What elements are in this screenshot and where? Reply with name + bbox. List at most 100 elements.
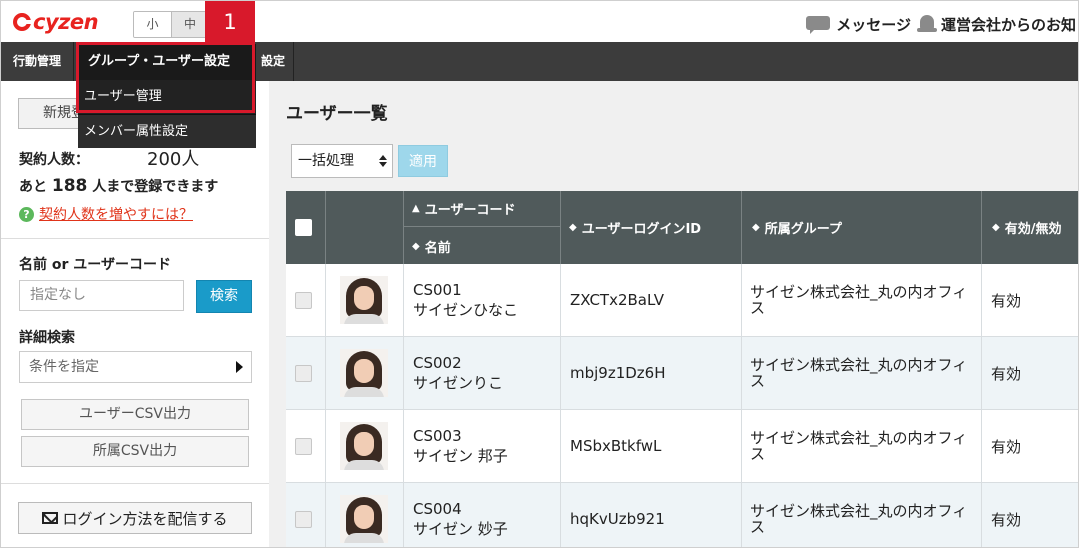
bulk-action-value: 一括処理 [298, 153, 354, 169]
condition-select[interactable]: 条件を指定 [19, 351, 252, 383]
user-name[interactable]: サイゼンりこ [413, 373, 503, 393]
header-code-name-cell: ▲ ユーザーコード ◆ 名前 [404, 191, 561, 264]
row-checkbox[interactable] [295, 291, 312, 309]
user-table: ▲ ユーザーコード ◆ 名前 ◆ ユーザーログインID ◆ 所属グループ ◆ 有効/無効 [286, 191, 1078, 547]
notice-link[interactable]: 運営会社からのお知 [941, 14, 1076, 35]
avatar [340, 349, 388, 397]
header-photo-cell [326, 191, 404, 264]
user-csv-export-button[interactable]: ユーザーCSV出力 [21, 399, 249, 430]
row-photo-cell [326, 483, 404, 547]
sort-user-code[interactable]: ▲ ユーザーコード [404, 191, 560, 227]
user-code: CS004 [413, 500, 462, 518]
avatar [340, 495, 388, 543]
bulk-action-select[interactable]: 一括処理 [291, 144, 393, 178]
select-all-checkbox[interactable] [295, 219, 312, 236]
nav-activity-management[interactable]: 行動管理 [1, 42, 75, 81]
row-code-name-cell: CS003 サイゼン 邦子 [404, 410, 561, 482]
header-group: 所属グループ [764, 222, 842, 237]
remaining-prefix: あと [19, 179, 47, 195]
table-body: CS001 サイゼンひなこ ZXCTx2BaLV サイゼン株式会社_丸の内オフィ… [286, 264, 1078, 547]
user-code: CS003 [413, 427, 462, 445]
sort-asc-icon: ▲ [412, 203, 420, 214]
top-right-links: メッセージ 運営会社からのお知 [806, 13, 1076, 35]
divider [1, 238, 269, 239]
sort-status[interactable]: ◆ 有効/無効 [982, 191, 1078, 264]
bell-icon[interactable] [916, 13, 937, 35]
search-label: 名前 or ユーザーコード [19, 257, 171, 273]
table-row[interactable]: CS003 サイゼン 邦子 MSbxBtkfwL サイゼン株式会社_丸の内オフィ… [286, 410, 1078, 483]
main-content: ユーザー一覧 一括処理 適用 ▲ ユーザーコード ◆ 名前 ◆ ユーザーログインID [269, 81, 1078, 547]
sort-both-icon: ◆ [569, 222, 577, 233]
app-window: cyzen 小 中 メッセージ 運営会社からのお知 行動管理 設定 グループ・ユ… [0, 0, 1079, 548]
group-name: サイゼン株式会社_丸の内オフィス [742, 410, 982, 482]
row-checkbox-cell [286, 264, 326, 336]
nav-settings[interactable]: 設定 [253, 42, 295, 81]
user-name[interactable]: サイゼンひなこ [413, 300, 518, 320]
group-name: サイゼン株式会社_丸の内オフィス [742, 483, 982, 547]
table-row[interactable]: CS002 サイゼンりこ mbj9z1Dz6H サイゼン株式会社_丸の内オフィス… [286, 337, 1078, 410]
caret-right-icon [236, 361, 243, 373]
row-code-name-cell: CS004 サイゼン 妙子 [404, 483, 561, 547]
status: 有効 [991, 364, 1022, 383]
cyzen-logo[interactable]: cyzen [13, 10, 99, 34]
group-csv-export-button[interactable]: 所属CSV出力 [21, 436, 249, 467]
menu-item-member-attributes[interactable]: メンバー属性設定 [78, 114, 256, 148]
font-size-toggle: 小 中 [133, 11, 209, 38]
annotation-highlight-box [76, 42, 255, 113]
send-login-method-label: ログイン方法を配信する [62, 509, 228, 528]
row-checkbox[interactable] [295, 510, 312, 528]
header-status: 有効/無効 [1004, 222, 1062, 237]
login-id: hqKvUzb921 [561, 483, 742, 547]
status: 有効 [991, 437, 1022, 456]
row-checkbox-cell [286, 483, 326, 547]
row-checkbox-cell [286, 337, 326, 409]
header-checkbox-cell [286, 191, 326, 264]
table-row[interactable]: CS001 サイゼンひなこ ZXCTx2BaLV サイゼン株式会社_丸の内オフィ… [286, 264, 1078, 337]
increase-contract-row: ? 契約人数を増やすには？ [19, 204, 193, 224]
avatar [340, 422, 388, 470]
header-name: 名前 [424, 240, 451, 256]
user-code: CS002 [413, 354, 462, 372]
question-icon: ? [19, 206, 34, 222]
annotation-step-badge: 1 [205, 1, 255, 43]
sort-name[interactable]: ◆ 名前 [404, 228, 560, 264]
sort-both-icon: ◆ [752, 222, 760, 233]
messages-link[interactable]: メッセージ [836, 14, 911, 35]
row-checkbox[interactable] [295, 437, 312, 455]
select-arrows-icon [379, 155, 387, 167]
page-title: ユーザー一覧 [286, 104, 388, 124]
send-login-method-button[interactable]: ログイン方法を配信する [18, 502, 252, 534]
sort-group[interactable]: ◆ 所属グループ [742, 191, 982, 264]
sidebar: 新規登録 契約人数： 200人 あと 188 人まで登録できます ? 契約人数を… [1, 81, 269, 547]
remaining-count: 188 [51, 176, 88, 196]
row-checkbox[interactable] [295, 364, 312, 382]
remaining-suffix: 人まで登録できます [92, 179, 219, 195]
status: 有効 [991, 510, 1022, 529]
apply-button[interactable]: 適用 [398, 145, 448, 177]
login-id: mbj9z1Dz6H [561, 337, 742, 409]
sort-both-icon: ◆ [992, 222, 1000, 233]
search-input[interactable]: 指定なし [19, 280, 184, 311]
header-login-id: ユーザーログインID [581, 222, 702, 237]
table-header: ▲ ユーザーコード ◆ 名前 ◆ ユーザーログインID ◆ 所属グループ ◆ 有効/無効 [286, 191, 1078, 264]
increase-contract-link[interactable]: 契約人数を増やすには？ [39, 204, 193, 224]
divider [1, 483, 269, 484]
table-row[interactable]: CS004 サイゼン 妙子 hqKvUzb921 サイゼン株式会社_丸の内オフィ… [286, 483, 1078, 547]
size-medium-button[interactable]: 中 [171, 12, 208, 37]
status: 有効 [991, 291, 1022, 310]
remaining-seats-text: あと 188 人まで登録できます [19, 176, 218, 196]
group-name: サイゼン株式会社_丸の内オフィス [742, 337, 982, 409]
size-small-button[interactable]: 小 [134, 12, 171, 37]
user-name[interactable]: サイゼン 邦子 [413, 446, 508, 466]
user-name[interactable]: サイゼン 妙子 [413, 519, 508, 539]
sort-both-icon: ◆ [412, 240, 420, 252]
row-photo-cell [326, 264, 404, 336]
sort-login-id[interactable]: ◆ ユーザーログインID [561, 191, 742, 264]
row-checkbox-cell [286, 410, 326, 482]
contract-count-label: 契約人数： [19, 152, 89, 168]
avatar [340, 276, 388, 324]
row-code-name-cell: CS002 サイゼンりこ [404, 337, 561, 409]
top-bar: cyzen 小 中 メッセージ 運営会社からのお知 [1, 1, 1078, 42]
message-icon[interactable] [806, 14, 832, 34]
search-button[interactable]: 検索 [196, 280, 252, 313]
